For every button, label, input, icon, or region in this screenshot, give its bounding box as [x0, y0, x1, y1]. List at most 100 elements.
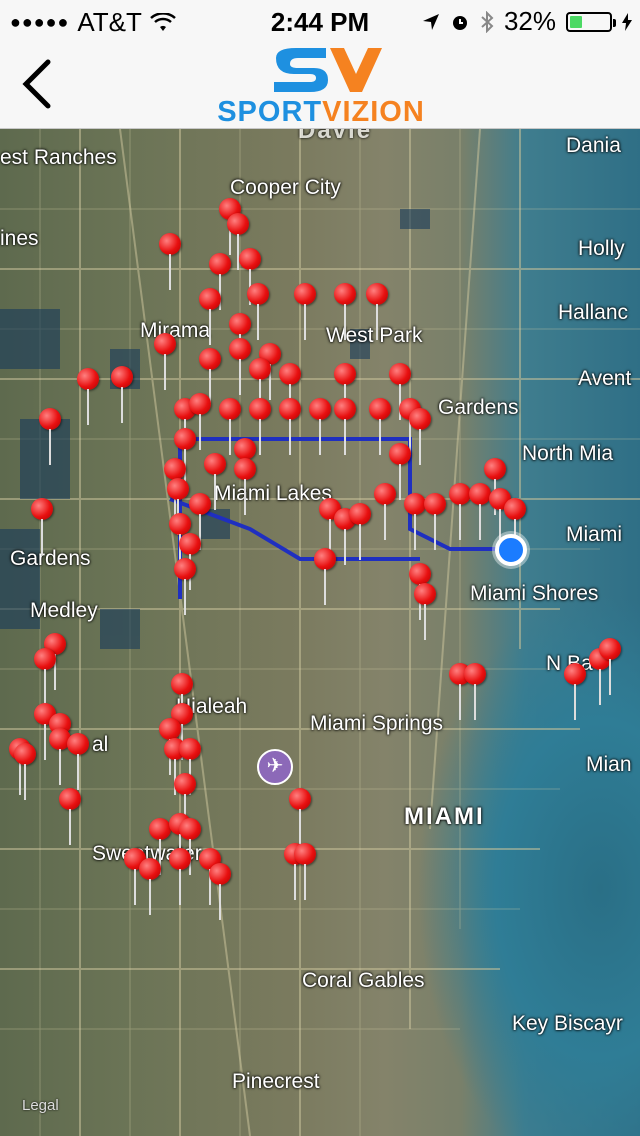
- map-pin[interactable]: [149, 818, 171, 875]
- map-pin[interactable]: [464, 663, 486, 720]
- current-location-marker: [495, 534, 527, 566]
- map-pin[interactable]: [374, 483, 396, 540]
- map-pin[interactable]: [209, 863, 231, 920]
- battery-icon: [566, 11, 616, 32]
- map-pin[interactable]: [504, 498, 526, 555]
- map-pin[interactable]: [234, 438, 256, 495]
- map-pin[interactable]: [409, 408, 431, 465]
- satellite-map[interactable]: Davie est Ranches Dania Cooper City ines…: [0, 129, 640, 1136]
- label-miami-city: MIAMI: [404, 803, 485, 830]
- map-pin[interactable]: [366, 283, 388, 340]
- map-pin[interactable]: [294, 843, 316, 900]
- map-pin[interactable]: [167, 478, 189, 535]
- map-pin[interactable]: [179, 738, 201, 795]
- map-pin[interactable]: [179, 818, 201, 875]
- map-pin[interactable]: [389, 363, 411, 420]
- map-pin[interactable]: [164, 458, 186, 515]
- map-pin[interactable]: [249, 358, 271, 415]
- battery-fill: [570, 15, 583, 28]
- map-pin[interactable]: [169, 848, 191, 905]
- label-halland: Hallanc: [558, 301, 629, 324]
- map-pin[interactable]: [247, 283, 269, 340]
- battery-percent: 32%: [503, 6, 556, 36]
- map-pin[interactable]: [179, 533, 201, 590]
- map-pin[interactable]: [404, 493, 426, 550]
- legal-link[interactable]: Legal: [22, 1097, 59, 1114]
- label-pinecrest: Pinecrest: [232, 1070, 320, 1093]
- map-pin[interactable]: [229, 338, 251, 395]
- map-pin[interactable]: [369, 398, 391, 455]
- label-west-park: West Park: [326, 324, 423, 347]
- map-pin[interactable]: [314, 548, 336, 605]
- alarm-icon: [452, 15, 467, 30]
- label-miami-right: Miami: [566, 523, 622, 546]
- map-pin[interactable]: [414, 583, 436, 640]
- map-pin[interactable]: [67, 733, 89, 790]
- map-pin[interactable]: [469, 483, 491, 540]
- map-pin[interactable]: [484, 458, 506, 515]
- label-coral-gables: Coral Gables: [302, 969, 425, 992]
- map-pin[interactable]: [279, 398, 301, 455]
- label-key-biscayne: Key Biscayr: [512, 1012, 623, 1035]
- map-pin[interactable]: [219, 398, 241, 455]
- map-pin[interactable]: [159, 233, 181, 290]
- map-pin[interactable]: [229, 313, 251, 370]
- map-pin[interactable]: [289, 788, 311, 845]
- map-pin[interactable]: [31, 498, 53, 555]
- map-pin[interactable]: [77, 368, 99, 425]
- map-pin[interactable]: [239, 248, 261, 305]
- map-pin[interactable]: [209, 253, 231, 310]
- map-pin[interactable]: [189, 493, 211, 550]
- label-avent: Avent: [578, 367, 632, 390]
- map-pin[interactable]: [409, 563, 431, 620]
- label-miami-springs: Miami Springs: [310, 712, 444, 735]
- label-gardens-top: Gardens: [438, 396, 519, 419]
- map-pin[interactable]: [334, 398, 356, 455]
- map-pin[interactable]: [39, 408, 61, 465]
- charging-bolt-icon: [622, 12, 632, 31]
- map-pin[interactable]: [169, 513, 191, 570]
- map-pin[interactable]: [139, 858, 161, 915]
- map-pin[interactable]: [174, 558, 196, 615]
- map-pin[interactable]: [564, 663, 586, 720]
- map-pin[interactable]: [171, 673, 193, 730]
- logo-text-vizion: VIZION: [322, 96, 425, 128]
- map-pin[interactable]: [14, 743, 36, 800]
- location-arrow-icon: [422, 13, 439, 30]
- map-pin[interactable]: [249, 398, 271, 455]
- map-pin[interactable]: [159, 718, 181, 775]
- map-pin[interactable]: [334, 283, 356, 340]
- label-dania: Dania: [566, 134, 621, 157]
- map-pin[interactable]: [599, 638, 621, 695]
- map-pin[interactable]: [34, 648, 56, 705]
- label-al: al: [92, 733, 109, 756]
- map-pin[interactable]: [199, 348, 221, 405]
- map-pin[interactable]: [309, 398, 331, 455]
- map-pin[interactable]: [294, 283, 316, 340]
- map-pin[interactable]: [111, 366, 133, 423]
- map-pin[interactable]: [424, 493, 446, 550]
- airport-icon[interactable]: ✈: [257, 749, 293, 785]
- map-pin[interactable]: [279, 363, 301, 420]
- map-pin[interactable]: [174, 773, 196, 830]
- back-chevron-icon[interactable]: [18, 58, 58, 110]
- map-pin[interactable]: [449, 483, 471, 540]
- map-pin[interactable]: [174, 428, 196, 485]
- map-pin[interactable]: [334, 363, 356, 420]
- label-north-mia: North Mia: [522, 442, 614, 465]
- label-davie: Davie: [298, 129, 373, 144]
- bluetooth-icon: [481, 10, 494, 33]
- map-pin[interactable]: [349, 503, 371, 560]
- map-pin[interactable]: [189, 393, 211, 450]
- label-holly: Holly: [578, 237, 625, 260]
- label-miami-lakes: Miami Lakes: [214, 482, 332, 505]
- label-ines: ines: [0, 227, 39, 250]
- map-pin[interactable]: [154, 333, 176, 390]
- map-pin[interactable]: [204, 453, 226, 510]
- map-pin[interactable]: [389, 443, 411, 500]
- map-pin[interactable]: [59, 788, 81, 845]
- map-pin[interactable]: [199, 288, 221, 345]
- label-cooper-city: Cooper City: [230, 176, 341, 199]
- map-pin[interactable]: [234, 458, 256, 515]
- map-pin[interactable]: [227, 213, 249, 270]
